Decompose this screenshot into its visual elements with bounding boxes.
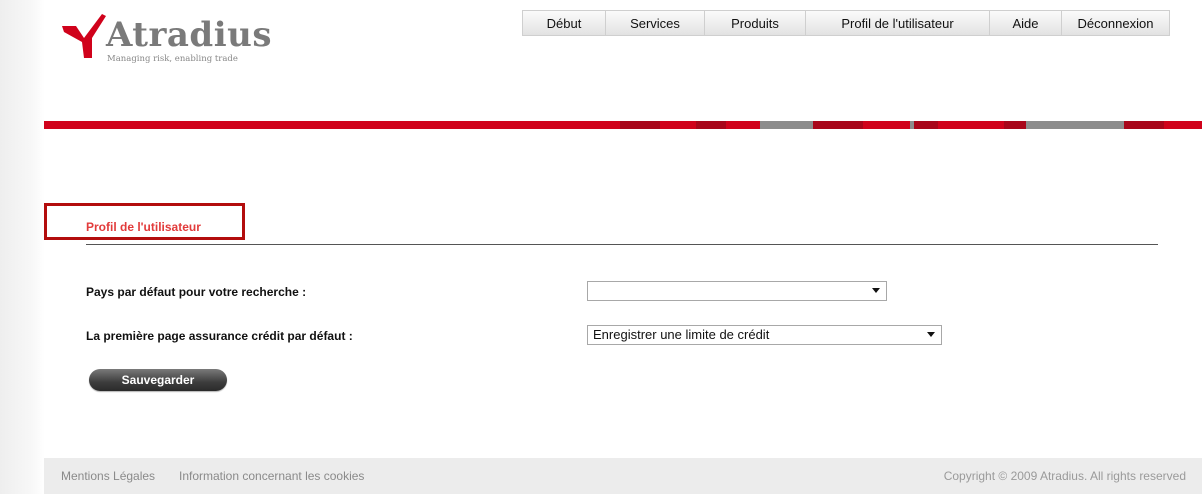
band-segment bbox=[1124, 121, 1164, 129]
nav-item-deconnexion[interactable]: Déconnexion bbox=[1062, 10, 1170, 36]
top-navigation: Début Services Produits Profil de l'util… bbox=[522, 10, 1170, 37]
nav-item-debut[interactable]: Début bbox=[522, 10, 606, 36]
content-area bbox=[44, 0, 1202, 494]
header-color-band bbox=[44, 121, 1202, 129]
band-segment bbox=[620, 121, 660, 129]
band-segment bbox=[760, 121, 813, 129]
first-page-select-value: Enregistrer une limite de crédit bbox=[593, 327, 770, 342]
nav-item-profil[interactable]: Profil de l'utilisateur bbox=[806, 10, 990, 36]
band-segment bbox=[914, 121, 938, 129]
save-button[interactable]: Sauvegarder bbox=[89, 369, 227, 391]
band-segment bbox=[1004, 121, 1026, 129]
tab-profil-utilisateur[interactable]: Profil de l'utilisateur bbox=[86, 220, 201, 234]
band-segment bbox=[813, 121, 863, 129]
first-page-label: La première page assurance crédit par dé… bbox=[86, 329, 353, 343]
footer-copyright: Copyright © 2009 Atradius. All rights re… bbox=[943, 469, 1186, 483]
atradius-logo[interactable]: Atradius Managing risk, enabling trade bbox=[62, 14, 271, 64]
footer-link-legal[interactable]: Mentions Légales bbox=[61, 469, 155, 483]
footer-link-cookies[interactable]: Information concernant les cookies bbox=[179, 469, 364, 483]
tab-divider bbox=[86, 244, 1158, 245]
first-page-select[interactable]: Enregistrer une limite de crédit bbox=[587, 325, 942, 345]
logo-tagline: Managing risk, enabling trade bbox=[107, 54, 238, 64]
logo-wordmark: Atradius bbox=[106, 15, 272, 55]
band-segment bbox=[1026, 121, 1124, 129]
nav-item-aide[interactable]: Aide bbox=[990, 10, 1062, 36]
chevron-down-icon bbox=[927, 332, 935, 337]
atradius-logo-icon bbox=[62, 14, 106, 58]
country-label: Pays par défaut pour votre recherche : bbox=[86, 285, 307, 299]
chevron-down-icon bbox=[872, 288, 880, 293]
nav-item-services[interactable]: Services bbox=[606, 10, 705, 36]
country-select[interactable] bbox=[587, 281, 887, 301]
nav-item-produits[interactable]: Produits bbox=[705, 10, 806, 36]
band-segment bbox=[696, 121, 726, 129]
